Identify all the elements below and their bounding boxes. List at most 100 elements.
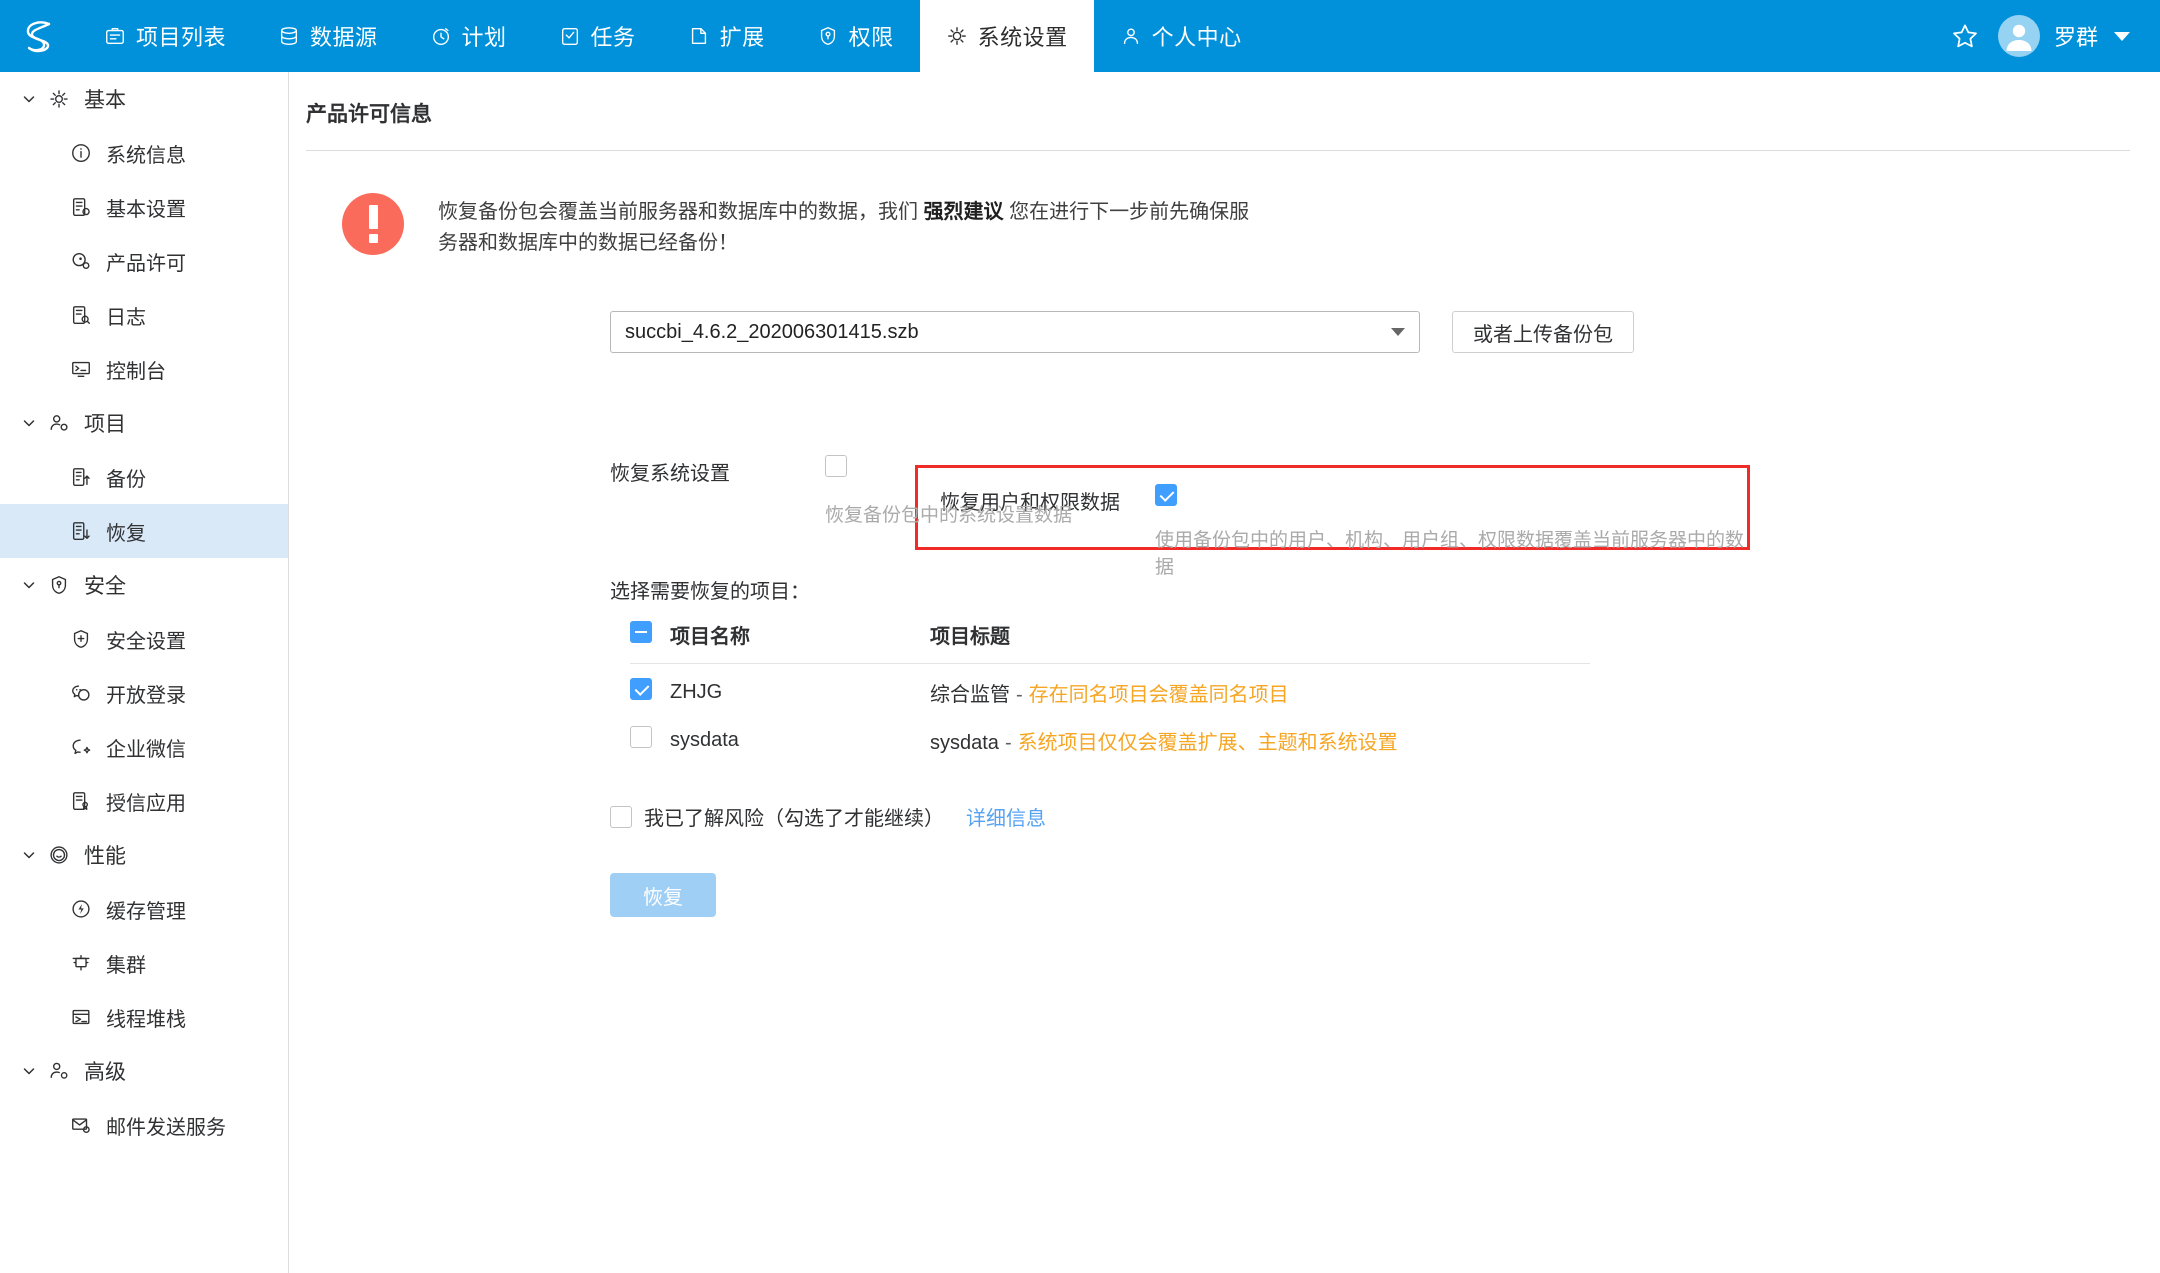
select-all-cell: [630, 620, 670, 649]
table-row[interactable]: sysdata sysdata - 系统项目仅仅会覆盖扩展、主题和系统设置: [630, 720, 1590, 760]
sidebar-item-trusted-apps[interactable]: 授信应用: [0, 774, 288, 828]
alert-text-part1: 恢复备份包会覆盖当前服务器和数据库中的数据，我们: [438, 201, 924, 223]
title-divider: [306, 150, 2130, 151]
row-dash: -: [1004, 731, 1012, 754]
stack-icon: [70, 1006, 94, 1028]
project-title: 综合监管: [930, 683, 1010, 706]
nav-tab-system-settings[interactable]: 系统设置: [919, 0, 1094, 72]
sidebar-group-basic[interactable]: 基本: [0, 72, 288, 126]
sidebar-item-label: 控制台: [106, 360, 166, 383]
acknowledge-risk-checkbox[interactable]: [610, 805, 632, 828]
table-row[interactable]: ZHJG 综合监管 - 存在同名项目会覆盖同名项目: [630, 672, 1590, 712]
sidebar-item-label: 缓存管理: [106, 900, 186, 923]
sidebar-item-product-license[interactable]: 产品许可: [0, 234, 288, 288]
restore-button[interactable]: 恢复: [610, 873, 716, 917]
upload-backup-button[interactable]: 或者上传备份包: [1452, 311, 1634, 353]
row-checkbox[interactable]: [630, 678, 652, 700]
sidebar-item-label: 线程堆栈: [106, 1008, 186, 1031]
nav-tab-datasource[interactable]: 数据源: [252, 0, 404, 72]
acknowledge-risk-row: 我已了解风险（勾选了才能继续） 详细信息: [610, 802, 2160, 831]
sidebar-group-label: 性能: [84, 845, 126, 868]
sidebar: 基本 系统信息 基本设置 产品许可 日志 控制台 项目 备份 恢复 安全 安全设…: [0, 72, 289, 1273]
wechat-icon: [70, 682, 94, 704]
star-icon[interactable]: [1950, 21, 1980, 51]
nav-tab-schedule[interactable]: 计划: [404, 0, 533, 72]
main-content: 产品许可信息 恢复备份包会覆盖当前服务器和数据库中的数据，我们 强烈建议 您在进…: [290, 72, 2160, 1273]
sidebar-item-cluster[interactable]: 集群: [0, 936, 288, 990]
database-icon: [278, 25, 300, 47]
projects-section-label: 选择需要恢复的项目：: [610, 581, 810, 603]
chevron-down-icon: [1391, 328, 1405, 336]
sidebar-item-label: 企业微信: [106, 738, 186, 761]
sidebar-item-open-login[interactable]: 开放登录: [0, 666, 288, 720]
info-icon: [70, 142, 94, 164]
sidebar-item-label: 基本设置: [106, 198, 186, 221]
nav-tab-personal-center[interactable]: 个人中心: [1094, 0, 1268, 72]
row-select-cell: [630, 678, 670, 706]
sidebar-item-label: 授信应用: [106, 792, 186, 815]
row-select-cell: [630, 726, 670, 754]
backup-package-select[interactable]: succbi_4.6.2_202006301415.szb: [610, 311, 1420, 353]
sidebar-item-console[interactable]: 控制台: [0, 342, 288, 396]
console-icon: [70, 358, 94, 380]
row-dash: -: [1016, 683, 1023, 706]
sidebar-group-performance[interactable]: 性能: [0, 828, 288, 882]
project-warning-note: 系统项目仅仅会覆盖扩展、主题和系统设置: [1017, 731, 1398, 754]
cluster-icon: [70, 952, 94, 974]
sidebar-item-logs[interactable]: 日志: [0, 288, 288, 342]
extension-icon: [688, 25, 710, 47]
projects-table: 项目名称 项目标题 ZHJG 综合监管 - 存在同名项目会覆盖同名项目 sysdat…: [630, 620, 1590, 760]
project-name: ZHJG: [670, 680, 723, 703]
sidebar-item-basic-settings[interactable]: 基本设置: [0, 180, 288, 234]
app-logo[interactable]: [0, 0, 78, 72]
project-title-cell: sysdata - 系统项目仅仅会覆盖扩展、主题和系统设置: [930, 726, 1590, 755]
doc-search-icon: [70, 304, 94, 326]
user-icon: [1120, 25, 1142, 47]
user-menu[interactable]: 罗群: [1997, 15, 2134, 57]
top-navigation-bar: 项目列表 数据源 计划 任务 扩展 权限 系统设置 个人中心 罗群: [0, 0, 2160, 72]
project-title: sysdata: [930, 731, 999, 754]
sidebar-item-cache-management[interactable]: 缓存管理: [0, 882, 288, 936]
sidebar-item-restore[interactable]: 恢复: [0, 504, 288, 558]
sidebar-item-thread-stack[interactable]: 线程堆栈: [0, 990, 288, 1044]
nav-tab-label: 项目列表: [136, 25, 227, 50]
succbi-logo-icon: [26, 21, 51, 53]
shield-icon: [817, 25, 839, 47]
row-checkbox[interactable]: [630, 726, 652, 748]
sidebar-item-backup[interactable]: 备份: [0, 450, 288, 504]
column-header-project-name: 项目名称: [670, 626, 750, 648]
select-all-checkbox[interactable]: [630, 620, 652, 643]
restore-system-settings-checkbox[interactable]: [825, 455, 847, 477]
project-title-cell: 综合监管 - 存在同名项目会覆盖同名项目: [930, 678, 1590, 707]
sidebar-group-security[interactable]: 安全: [0, 558, 288, 612]
nav-tab-permission[interactable]: 权限: [791, 0, 920, 72]
sidebar-item-label: 系统信息: [106, 144, 186, 167]
chat-icon: [70, 736, 94, 758]
doc-down-icon: [70, 520, 94, 542]
nav-tab-label: 系统设置: [977, 25, 1068, 50]
user-name: 罗群: [2053, 25, 2098, 50]
backup-select-row: succbi_4.6.2_202006301415.szb 或者上传备份包: [610, 311, 2160, 353]
sidebar-item-mail-service[interactable]: 邮件发送服务: [0, 1098, 288, 1152]
chevron-down-icon: [20, 577, 38, 593]
sidebar-item-label: 邮件发送服务: [106, 1116, 226, 1139]
user-gear-icon: [48, 412, 74, 434]
task-icon: [559, 25, 581, 47]
nav-tab-extension[interactable]: 扩展: [662, 0, 791, 72]
sidebar-group-label: 项目: [84, 413, 126, 436]
sidebar-group-label: 基本: [84, 89, 126, 112]
details-link[interactable]: 详细信息: [966, 802, 1046, 831]
sidebar-group-project[interactable]: 项目: [0, 396, 288, 450]
nav-tab-tasks[interactable]: 任务: [533, 0, 662, 72]
sidebar-item-security-settings[interactable]: 安全设置: [0, 612, 288, 666]
sidebar-group-advanced[interactable]: 高级: [0, 1044, 288, 1098]
sidebar-item-system-info[interactable]: 系统信息: [0, 126, 288, 180]
license-icon: [70, 250, 94, 272]
projects-icon: [104, 25, 126, 47]
nav-tab-projects[interactable]: 项目列表: [78, 0, 252, 72]
alert-exclamation-icon: [342, 193, 404, 255]
gear-icon: [946, 25, 968, 47]
restore-system-settings-hint: 恢复备份包中的系统设置数据: [825, 505, 1073, 526]
sidebar-item-enterprise-wechat[interactable]: 企业微信: [0, 720, 288, 774]
user-advanced-icon: [48, 1060, 74, 1082]
